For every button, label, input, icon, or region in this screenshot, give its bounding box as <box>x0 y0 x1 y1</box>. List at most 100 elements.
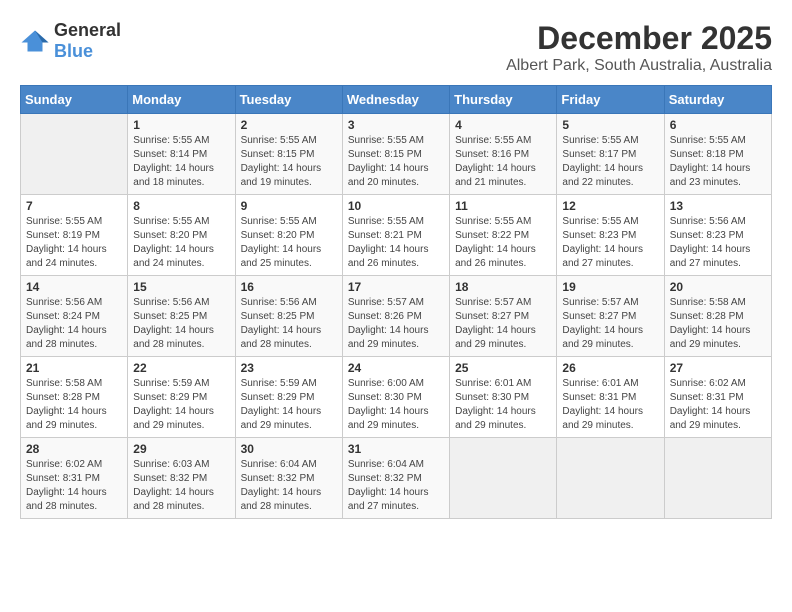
day-info: Sunrise: 6:04 AM Sunset: 8:32 PM Dayligh… <box>348 458 444 514</box>
month-title: December 2025 <box>506 20 772 57</box>
day-info: Sunrise: 5:56 AM Sunset: 8:25 PM Dayligh… <box>133 296 229 352</box>
day-info: Sunrise: 5:55 AM Sunset: 8:19 PM Dayligh… <box>26 215 122 271</box>
day-number: 16 <box>241 280 337 294</box>
day-info: Sunrise: 5:58 AM Sunset: 8:28 PM Dayligh… <box>670 296 766 352</box>
day-number: 26 <box>562 361 658 375</box>
day-info: Sunrise: 5:56 AM Sunset: 8:24 PM Dayligh… <box>26 296 122 352</box>
day-info: Sunrise: 5:57 AM Sunset: 8:26 PM Dayligh… <box>348 296 444 352</box>
logo-icon <box>20 29 50 53</box>
day-info: Sunrise: 5:55 AM Sunset: 8:17 PM Dayligh… <box>562 134 658 190</box>
day-info: Sunrise: 5:56 AM Sunset: 8:25 PM Dayligh… <box>241 296 337 352</box>
day-info: Sunrise: 5:55 AM Sunset: 8:22 PM Dayligh… <box>455 215 551 271</box>
day-info: Sunrise: 5:57 AM Sunset: 8:27 PM Dayligh… <box>562 296 658 352</box>
day-info: Sunrise: 6:03 AM Sunset: 8:32 PM Dayligh… <box>133 458 229 514</box>
day-number: 20 <box>670 280 766 294</box>
day-number: 8 <box>133 199 229 213</box>
calendar-cell: 7 Sunrise: 5:55 AM Sunset: 8:19 PM Daylig… <box>21 195 128 276</box>
day-info: Sunrise: 6:02 AM Sunset: 8:31 PM Dayligh… <box>26 458 122 514</box>
day-number: 4 <box>455 118 551 132</box>
calendar-cell: 14 Sunrise: 5:56 AM Sunset: 8:24 PM Dayli… <box>21 276 128 357</box>
day-info: Sunrise: 6:00 AM Sunset: 8:30 PM Dayligh… <box>348 377 444 433</box>
day-number: 13 <box>670 199 766 213</box>
day-info: Sunrise: 6:01 AM Sunset: 8:31 PM Dayligh… <box>562 377 658 433</box>
weekday-header: Tuesday <box>235 86 342 114</box>
calendar-cell: 3 Sunrise: 5:55 AM Sunset: 8:15 PM Daylig… <box>342 114 449 195</box>
calendar-week-row: 28 Sunrise: 6:02 AM Sunset: 8:31 PM Dayli… <box>21 438 772 519</box>
day-info: Sunrise: 6:04 AM Sunset: 8:32 PM Dayligh… <box>241 458 337 514</box>
calendar-cell: 28 Sunrise: 6:02 AM Sunset: 8:31 PM Dayli… <box>21 438 128 519</box>
calendar-cell: 16 Sunrise: 5:56 AM Sunset: 8:25 PM Dayli… <box>235 276 342 357</box>
calendar-cell: 20 Sunrise: 5:58 AM Sunset: 8:28 PM Dayli… <box>664 276 771 357</box>
calendar-cell: 30 Sunrise: 6:04 AM Sunset: 8:32 PM Dayli… <box>235 438 342 519</box>
day-info: Sunrise: 5:55 AM Sunset: 8:15 PM Dayligh… <box>241 134 337 190</box>
day-number: 28 <box>26 442 122 456</box>
day-info: Sunrise: 5:55 AM Sunset: 8:21 PM Dayligh… <box>348 215 444 271</box>
day-number: 15 <box>133 280 229 294</box>
calendar-table: SundayMondayTuesdayWednesdayThursdayFrid… <box>20 85 772 519</box>
day-number: 14 <box>26 280 122 294</box>
calendar-cell: 12 Sunrise: 5:55 AM Sunset: 8:23 PM Dayli… <box>557 195 664 276</box>
day-number: 11 <box>455 199 551 213</box>
calendar-week-row: 7 Sunrise: 5:55 AM Sunset: 8:19 PM Daylig… <box>21 195 772 276</box>
day-number: 25 <box>455 361 551 375</box>
day-number: 30 <box>241 442 337 456</box>
calendar-cell: 18 Sunrise: 5:57 AM Sunset: 8:27 PM Dayli… <box>450 276 557 357</box>
day-number: 18 <box>455 280 551 294</box>
day-number: 17 <box>348 280 444 294</box>
calendar-cell: 15 Sunrise: 5:56 AM Sunset: 8:25 PM Dayli… <box>128 276 235 357</box>
weekday-header: Sunday <box>21 86 128 114</box>
day-number: 5 <box>562 118 658 132</box>
day-number: 29 <box>133 442 229 456</box>
day-info: Sunrise: 5:58 AM Sunset: 8:28 PM Dayligh… <box>26 377 122 433</box>
calendar-cell: 2 Sunrise: 5:55 AM Sunset: 8:15 PM Daylig… <box>235 114 342 195</box>
day-number: 3 <box>348 118 444 132</box>
calendar-week-row: 14 Sunrise: 5:56 AM Sunset: 8:24 PM Dayli… <box>21 276 772 357</box>
calendar-cell: 29 Sunrise: 6:03 AM Sunset: 8:32 PM Dayli… <box>128 438 235 519</box>
day-info: Sunrise: 6:01 AM Sunset: 8:30 PM Dayligh… <box>455 377 551 433</box>
calendar-cell: 5 Sunrise: 5:55 AM Sunset: 8:17 PM Daylig… <box>557 114 664 195</box>
day-number: 19 <box>562 280 658 294</box>
calendar-cell: 13 Sunrise: 5:56 AM Sunset: 8:23 PM Dayli… <box>664 195 771 276</box>
day-number: 24 <box>348 361 444 375</box>
calendar-cell: 17 Sunrise: 5:57 AM Sunset: 8:26 PM Dayli… <box>342 276 449 357</box>
day-number: 7 <box>26 199 122 213</box>
day-info: Sunrise: 5:55 AM Sunset: 8:20 PM Dayligh… <box>241 215 337 271</box>
day-number: 31 <box>348 442 444 456</box>
calendar-week-row: 1 Sunrise: 5:55 AM Sunset: 8:14 PM Daylig… <box>21 114 772 195</box>
calendar-cell: 24 Sunrise: 6:00 AM Sunset: 8:30 PM Dayli… <box>342 357 449 438</box>
calendar-cell: 21Sunrise: 5:58 AM Sunset: 8:28 PM Dayli… <box>21 357 128 438</box>
day-info: Sunrise: 5:55 AM Sunset: 8:23 PM Dayligh… <box>562 215 658 271</box>
day-info: Sunrise: 5:59 AM Sunset: 8:29 PM Dayligh… <box>241 377 337 433</box>
calendar-cell <box>450 438 557 519</box>
day-number: 27 <box>670 361 766 375</box>
day-info: Sunrise: 5:56 AM Sunset: 8:23 PM Dayligh… <box>670 215 766 271</box>
calendar-cell: 23 Sunrise: 5:59 AM Sunset: 8:29 PM Dayli… <box>235 357 342 438</box>
day-number: 2 <box>241 118 337 132</box>
day-info: Sunrise: 5:55 AM Sunset: 8:14 PM Dayligh… <box>133 134 229 190</box>
calendar-cell: 31 Sunrise: 6:04 AM Sunset: 8:32 PM Dayli… <box>342 438 449 519</box>
day-info: Sunrise: 5:59 AM Sunset: 8:29 PM Dayligh… <box>133 377 229 433</box>
calendar-header-row: SundayMondayTuesdayWednesdayThursdayFrid… <box>21 86 772 114</box>
calendar-cell: 9 Sunrise: 5:55 AM Sunset: 8:20 PM Daylig… <box>235 195 342 276</box>
calendar-cell: 25 Sunrise: 6:01 AM Sunset: 8:30 PM Dayli… <box>450 357 557 438</box>
day-number: 23 <box>241 361 337 375</box>
calendar-cell: 6Sunrise: 5:55 AM Sunset: 8:18 PM Daylig… <box>664 114 771 195</box>
calendar-cell: 10 Sunrise: 5:55 AM Sunset: 8:21 PM Dayli… <box>342 195 449 276</box>
day-info: Sunrise: 5:55 AM Sunset: 8:18 PM Dayligh… <box>670 134 766 190</box>
calendar-week-row: 21Sunrise: 5:58 AM Sunset: 8:28 PM Dayli… <box>21 357 772 438</box>
logo-blue: Blue <box>54 41 93 61</box>
day-info: Sunrise: 5:57 AM Sunset: 8:27 PM Dayligh… <box>455 296 551 352</box>
day-number: 1 <box>133 118 229 132</box>
logo-general: General <box>54 20 121 40</box>
day-number: 12 <box>562 199 658 213</box>
day-info: Sunrise: 5:55 AM Sunset: 8:16 PM Dayligh… <box>455 134 551 190</box>
day-info: Sunrise: 5:55 AM Sunset: 8:15 PM Dayligh… <box>348 134 444 190</box>
logo-text: General Blue <box>54 20 121 62</box>
day-number: 9 <box>241 199 337 213</box>
location-title: Albert Park, South Australia, Australia <box>506 57 772 75</box>
logo: General Blue <box>20 20 121 62</box>
day-number: 10 <box>348 199 444 213</box>
header: General Blue December 2025 Albert Park, … <box>20 20 772 75</box>
calendar-cell: 1 Sunrise: 5:55 AM Sunset: 8:14 PM Daylig… <box>128 114 235 195</box>
calendar-cell: 27Sunrise: 6:02 AM Sunset: 8:31 PM Dayli… <box>664 357 771 438</box>
